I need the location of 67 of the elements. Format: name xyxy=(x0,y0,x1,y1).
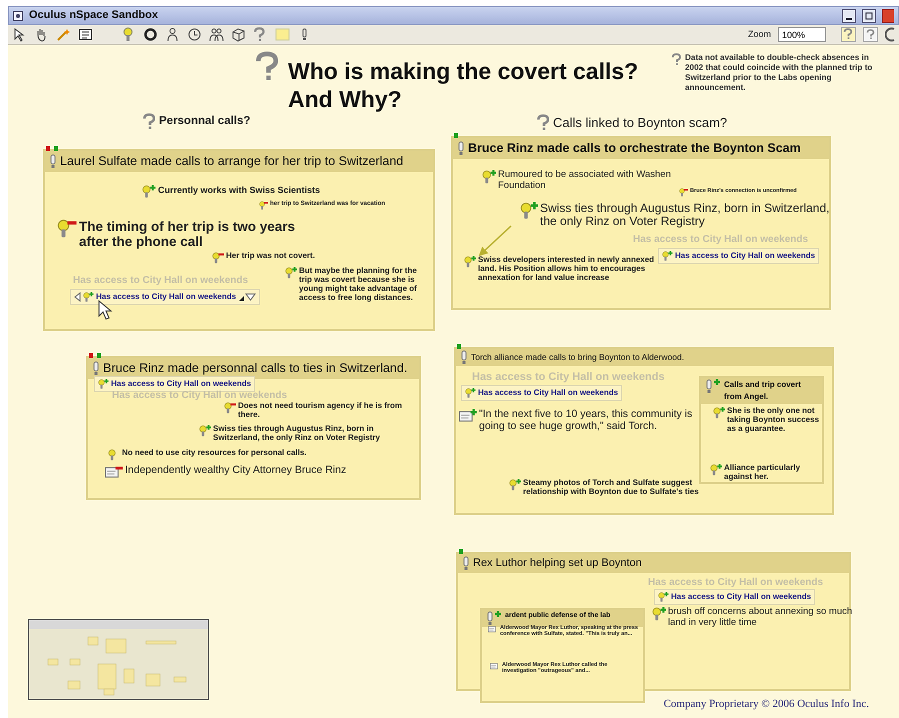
evidence-note: Swiss developers interested in newly annexed land. His Position allows him to encourages annexation for land value increase xyxy=(478,256,656,283)
left-arrow-icon[interactable] xyxy=(74,292,81,302)
hint-icon[interactable] xyxy=(841,27,856,42)
evidence-note: No need to use city resources for personal calls. xyxy=(122,449,307,458)
evidence-note: Alliance particularly against her. xyxy=(724,464,802,482)
evidence-note: Rumoured to be associated with Washen Foundation xyxy=(498,170,672,192)
card-title: Torch alliance made calls to bring Boynton to Alderwood. xyxy=(471,351,684,364)
link-note[interactable]: Has access to City Hall on weekends xyxy=(70,289,260,305)
link-text: Has access to City Hall on weekends xyxy=(111,378,252,390)
document-note: Independently wealthy City Attorney Bruce Rinz xyxy=(125,465,348,477)
question-heading: Calls linked to Boynton scam? xyxy=(553,114,728,132)
zoom-label: Zoom xyxy=(748,28,771,41)
people-icon[interactable] xyxy=(209,27,224,42)
link-note[interactable]: Has access to City Hall on weekends xyxy=(654,589,816,605)
zoom-field[interactable]: 100% xyxy=(778,27,826,42)
evidence-note: Swiss ties through Augustus Rinz, born in Switzerland, the only Rinz on Voter Registry xyxy=(213,425,381,443)
dropdown-icon[interactable] xyxy=(238,292,256,302)
card-title: Laurel Sulfate made calls to arrange for her trip to Switzerland xyxy=(60,153,404,170)
document-note: "In the next five to 10 years, this community is going to see huge growth," said Torch. xyxy=(479,409,694,432)
evidence-note: Swiss ties through Augustus Rinz, born in Switzerland, the only Rinz on Voter Registry xyxy=(540,202,830,229)
evidence-note: Her trip was not covert. xyxy=(226,252,315,261)
card-title: Calls and trip covert from Angel. xyxy=(724,379,802,403)
question-icon xyxy=(671,53,681,67)
card-title: Bruce Rinz made personnal calls to ties in Switzerland. xyxy=(103,360,408,377)
link-note[interactable]: Has access to City Hall on weekends xyxy=(461,385,622,401)
connector-arrow xyxy=(477,224,513,258)
link-note[interactable]: Has access to City Hall on weekends xyxy=(94,376,256,392)
maximize-button[interactable] xyxy=(862,8,876,22)
cursor-icon[interactable] xyxy=(12,27,27,42)
person-icon[interactable] xyxy=(165,27,180,42)
circle-icon[interactable] xyxy=(143,27,158,42)
evidence-note: The timing of her trip is two years after the phone call xyxy=(79,219,296,250)
card-title: Rex Luthor helping set up Boynton xyxy=(473,556,642,571)
card-title: Bruce Rinz made calls to orchestrate the Boynton Scam xyxy=(468,140,801,157)
hypothesis-icon xyxy=(92,360,100,376)
evidence-note: brush off concerns about annexing so much land in very little time xyxy=(668,607,854,628)
evidence-note: Does not need tourism agency if he is from there. xyxy=(238,402,404,420)
evidence-note: She is the only one not taking Boynton success as a guarantee. xyxy=(727,407,820,434)
page-title: Who is making the covert calls? And Why? xyxy=(288,57,638,113)
overview-map-drawing[interactable] xyxy=(28,619,209,700)
question-heading: Personnal calls? xyxy=(159,114,250,129)
evidence-note: Steamy photos of Torch and Sulfate suggest relationship with Boynton due to Sulfate's ties xyxy=(523,479,700,497)
question-icon xyxy=(536,114,549,132)
hypothesis-icon xyxy=(457,140,465,156)
minimize-button[interactable] xyxy=(842,8,856,22)
note-text: Data not available to double-check absences in 2002 that could coincide with the planned trip to Switzerland prior to the Labs opening announcement. xyxy=(685,53,874,92)
hypothesis-icon xyxy=(49,154,57,169)
link-note[interactable]: Has access to City Hall on weekends xyxy=(658,248,820,264)
cube-icon[interactable] xyxy=(231,27,246,42)
evidence-note: But maybe the planning for the trip was covert because she is young might take advantage of access to free long distances. xyxy=(299,267,418,303)
app-icon xyxy=(13,10,23,20)
close-button[interactable] xyxy=(882,8,894,22)
window-title: Oculus nSpace Sandbox xyxy=(29,8,159,24)
clock-icon[interactable] xyxy=(187,27,202,42)
link-text: Has access to City Hall on weekends xyxy=(478,387,618,399)
panel-icon[interactable] xyxy=(78,27,93,42)
evidence-note: Currently works with Swiss Scientists xyxy=(158,185,320,196)
hypothesis-icon xyxy=(460,350,468,365)
copyright-text: Company Proprietary © 2006 Oculus Info Inc. xyxy=(664,696,869,712)
hypothesis-icon xyxy=(462,556,470,571)
cursor-icon xyxy=(97,300,113,320)
refresh-icon[interactable] xyxy=(885,27,895,42)
help-icon[interactable] xyxy=(863,27,878,42)
question-icon xyxy=(142,113,155,130)
link-text: Has access to City Hall on weekends xyxy=(671,591,812,603)
link-text: Has access to City Hall on weekends xyxy=(675,250,816,262)
link-text: Has access to City Hall on weekends xyxy=(96,291,236,303)
